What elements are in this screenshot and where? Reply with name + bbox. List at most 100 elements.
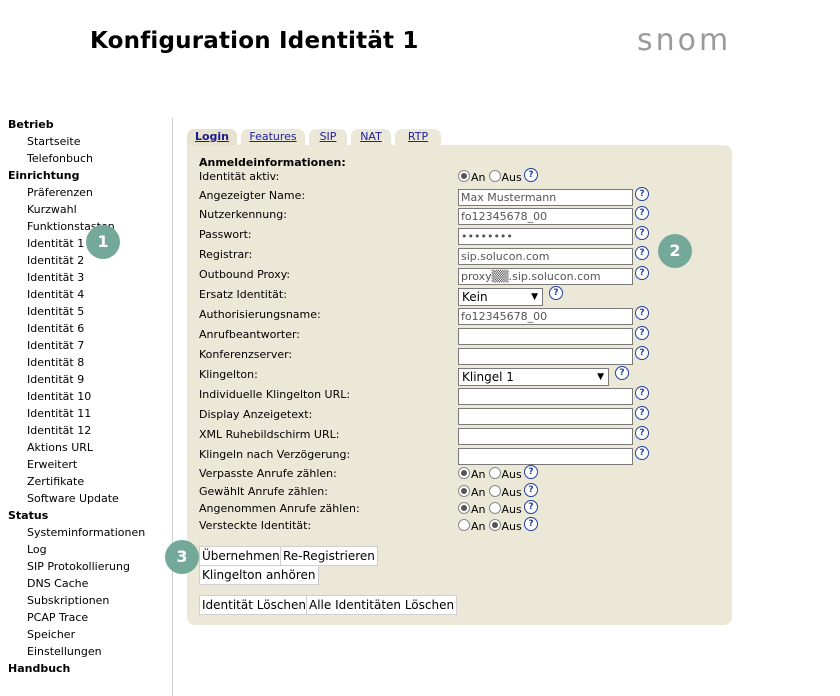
sidebar-item-identitaet-5[interactable]: Identität 5 bbox=[8, 303, 173, 320]
angenommen-anrufe-label: Angenommen Anrufe zählen: bbox=[199, 502, 360, 515]
sidebar-item-identitaet-10[interactable]: Identität 10 bbox=[8, 388, 173, 405]
sidebar-item-log[interactable]: Log bbox=[8, 541, 173, 558]
angenommen-anrufe-help-icon[interactable]: ? bbox=[524, 500, 538, 514]
sidebar-item-systeminformationen[interactable]: Systeminformationen bbox=[8, 524, 173, 541]
tab-rtp[interactable]: RTP bbox=[395, 129, 441, 145]
tab-features[interactable]: Features bbox=[241, 129, 305, 145]
sidebar-item-identitaet-11[interactable]: Identität 11 bbox=[8, 405, 173, 422]
identitaet-aktiv-radio-an-label: An bbox=[471, 171, 486, 184]
angezeigter-name-help-icon[interactable]: ? bbox=[635, 187, 649, 201]
klingeln-verzoegerung-help-icon[interactable]: ? bbox=[635, 446, 649, 460]
versteckte-identitaet-radio-aus[interactable] bbox=[488, 519, 501, 531]
registrar-field[interactable]: sip.solucon.com bbox=[458, 248, 633, 265]
konferenzserver-field[interactable] bbox=[458, 348, 633, 365]
verpasste-anrufe-radio-aus[interactable] bbox=[488, 467, 501, 479]
sidebar-item-identitaet-4[interactable]: Identität 4 bbox=[8, 286, 173, 303]
sidebar-item-identitaet-7[interactable]: Identität 7 bbox=[8, 337, 173, 354]
gewaehlt-anrufe-label: Gewählt Anrufe zählen: bbox=[199, 485, 328, 498]
tab-sip[interactable]: SIP bbox=[309, 129, 347, 145]
passwort-field[interactable]: •••••••• bbox=[458, 228, 633, 245]
outbound-proxy-label: Outbound Proxy: bbox=[199, 268, 291, 281]
callout-badge-1: 1 bbox=[86, 225, 120, 259]
angenommen-anrufe-radio-an-label: An bbox=[471, 503, 486, 516]
uebernehmen-button[interactable]: Übernehmen bbox=[199, 546, 283, 566]
sidebar-heading-handbuch[interactable]: Handbuch bbox=[8, 660, 173, 677]
identitaet-aktiv-radio-aus[interactable] bbox=[488, 170, 501, 182]
ersatz-identitaet-help-icon[interactable]: ? bbox=[549, 286, 563, 300]
versteckte-identitaet-radio-an-label: An bbox=[471, 520, 486, 533]
klingeln-verzoegerung-field[interactable] bbox=[458, 448, 633, 465]
display-anzeigetext-field[interactable] bbox=[458, 408, 633, 425]
sidebar-item-identitaet-6[interactable]: Identität 6 bbox=[8, 320, 173, 337]
klingelton-select[interactable]: Klingel 1 ▼ bbox=[458, 368, 609, 386]
alle-identitaeten-loeschen-button[interactable]: Alle Identitäten Löschen bbox=[306, 595, 458, 615]
page-title: Konfiguration Identität 1 bbox=[90, 28, 419, 54]
display-anzeigetext-help-icon[interactable]: ? bbox=[635, 406, 649, 420]
verpasste-anrufe-radio-group: An Aus bbox=[458, 467, 522, 483]
klingelton-anhoeren-button[interactable]: Klingelton anhören bbox=[199, 565, 319, 585]
re-registrieren-button[interactable]: Re-Registrieren bbox=[280, 546, 378, 566]
dropdown-arrow-icon: ▼ bbox=[531, 292, 538, 302]
nutzerkennung-label: Nutzerkennung: bbox=[199, 208, 287, 221]
nutzerkennung-field[interactable]: fo12345678_00 bbox=[458, 208, 633, 225]
indiv-klingelton-url-field[interactable] bbox=[458, 388, 633, 405]
gewaehlt-anrufe-radio-aus[interactable] bbox=[488, 485, 501, 497]
authorisierungsname-help-icon[interactable]: ? bbox=[635, 306, 649, 320]
authorisierungsname-field[interactable]: fo12345678_00 bbox=[458, 308, 633, 325]
indiv-klingelton-url-help-icon[interactable]: ? bbox=[635, 386, 649, 400]
sidebar-item-subskriptionen[interactable]: Subskriptionen bbox=[8, 592, 173, 609]
versteckte-identitaet-help-icon[interactable]: ? bbox=[524, 517, 538, 531]
gewaehlt-anrufe-radio-an-label: An bbox=[471, 486, 486, 499]
gewaehlt-anrufe-help-icon[interactable]: ? bbox=[524, 483, 538, 497]
konferenzserver-help-icon[interactable]: ? bbox=[635, 346, 649, 360]
sidebar-item-speicher[interactable]: Speicher bbox=[8, 626, 173, 643]
passwort-label: Passwort: bbox=[199, 228, 252, 241]
sidebar-item-telefonbuch[interactable]: Telefonbuch bbox=[8, 150, 173, 167]
tab-nat[interactable]: NAT bbox=[351, 129, 391, 145]
sidebar-item-startseite[interactable]: Startseite bbox=[8, 133, 173, 150]
angenommen-anrufe-radio-an[interactable] bbox=[458, 502, 470, 514]
outbound-proxy-field[interactable]: proxy▒▒.sip.solucon.com bbox=[458, 268, 633, 285]
identitaet-aktiv-radio-an[interactable] bbox=[458, 170, 470, 182]
passwort-help-icon[interactable]: ? bbox=[635, 226, 649, 240]
registrar-help-icon[interactable]: ? bbox=[635, 246, 649, 260]
identitaet-loeschen-button[interactable]: Identität Löschen bbox=[199, 595, 310, 615]
sidebar-item-identitaet-9[interactable]: Identität 9 bbox=[8, 371, 173, 388]
tab-login[interactable]: Login bbox=[187, 129, 237, 145]
identitaet-aktiv-help-icon[interactable]: ? bbox=[524, 168, 538, 182]
sidebar-item-praeferenzen[interactable]: Präferenzen bbox=[8, 184, 173, 201]
verpasste-anrufe-radio-an[interactable] bbox=[458, 467, 470, 479]
sidebar-item-erweitert[interactable]: Erweitert bbox=[8, 456, 173, 473]
sidebar-item-zertifikate[interactable]: Zertifikate bbox=[8, 473, 173, 490]
angenommen-anrufe-radio-aus[interactable] bbox=[488, 502, 501, 514]
xml-ruhebild-url-help-icon[interactable]: ? bbox=[635, 426, 649, 440]
sidebar-heading-status[interactable]: Status bbox=[8, 507, 173, 524]
klingelton-help-icon[interactable]: ? bbox=[615, 366, 629, 380]
xml-ruhebild-url-field[interactable] bbox=[458, 428, 633, 445]
sidebar-item-identitaet-8[interactable]: Identität 8 bbox=[8, 354, 173, 371]
sidebar-item-kurzwahl[interactable]: Kurzwahl bbox=[8, 201, 173, 218]
nutzerkennung-help-icon[interactable]: ? bbox=[635, 206, 649, 220]
sidebar-heading-betrieb[interactable]: Betrieb bbox=[8, 116, 173, 133]
angezeigter-name-field[interactable]: Max Mustermann bbox=[458, 189, 633, 206]
sidebar-item-identitaet-3[interactable]: Identität 3 bbox=[8, 269, 173, 286]
angezeigter-name-label: Angezeigter Name: bbox=[199, 189, 306, 202]
versteckte-identitaet-radio-an[interactable] bbox=[458, 519, 470, 531]
anrufbeantworter-field[interactable] bbox=[458, 328, 633, 345]
sidebar-item-dns-cache[interactable]: DNS Cache bbox=[8, 575, 173, 592]
sidebar-item-identitaet-12[interactable]: Identität 12 bbox=[8, 422, 173, 439]
verpasste-anrufe-help-icon[interactable]: ? bbox=[524, 465, 538, 479]
sidebar-item-einstellungen[interactable]: Einstellungen bbox=[8, 643, 173, 660]
sidebar-item-software-update[interactable]: Software Update bbox=[8, 490, 173, 507]
anrufbeantworter-help-icon[interactable]: ? bbox=[635, 326, 649, 340]
gewaehlt-anrufe-radio-group: An Aus bbox=[458, 485, 522, 501]
sidebar-item-identitaet-2[interactable]: Identität 2 bbox=[8, 252, 173, 269]
ersatz-identitaet-select[interactable]: Kein ▼ bbox=[458, 288, 543, 306]
gewaehlt-anrufe-radio-an[interactable] bbox=[458, 485, 470, 497]
sidebar-item-pcap-trace[interactable]: PCAP Trace bbox=[8, 609, 173, 626]
sidebar-heading-einrichtung[interactable]: Einrichtung bbox=[8, 167, 173, 184]
outbound-proxy-help-icon[interactable]: ? bbox=[635, 266, 649, 280]
sidebar-item-sip-protokollierung[interactable]: SIP Protokollierung bbox=[8, 558, 173, 575]
dropdown-arrow-icon: ▼ bbox=[597, 372, 604, 382]
sidebar-item-aktions-url[interactable]: Aktions URL bbox=[8, 439, 173, 456]
